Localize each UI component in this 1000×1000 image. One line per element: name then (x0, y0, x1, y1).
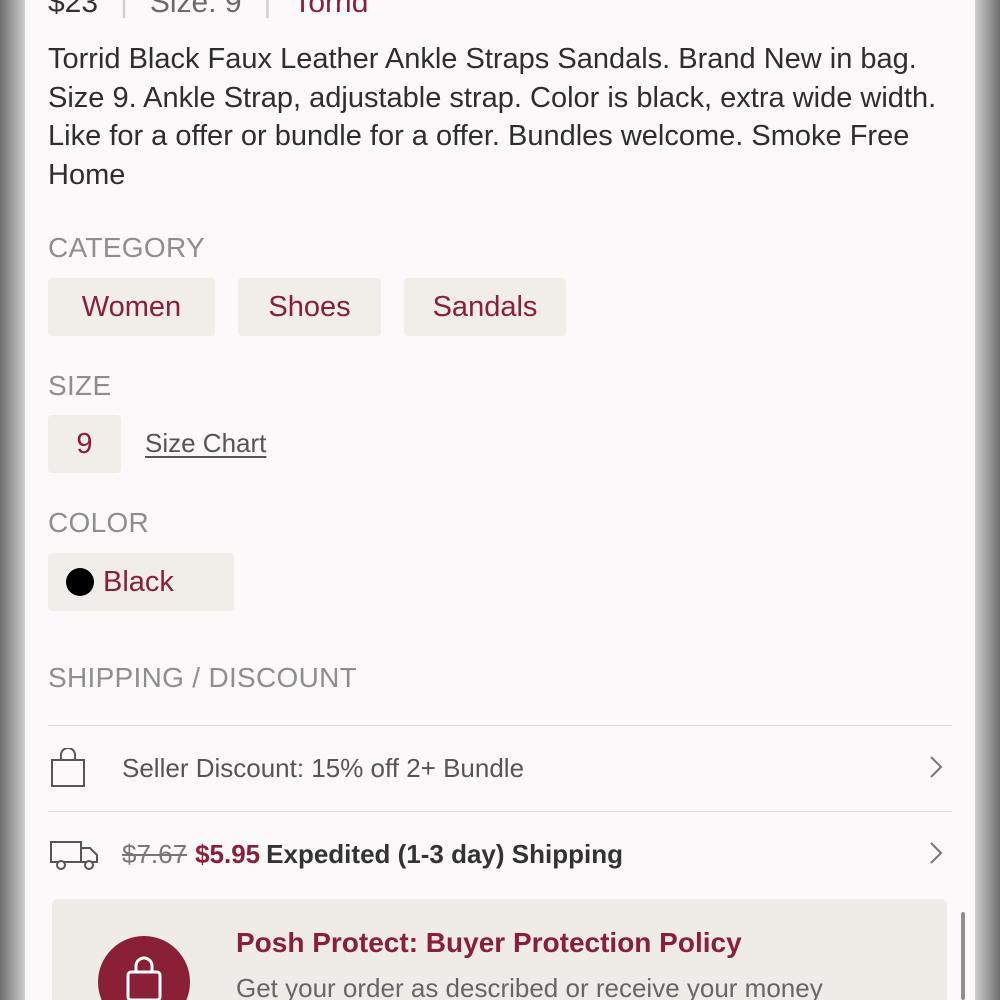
chevron-right-icon (928, 754, 944, 785)
listing-details-screen: $23 | Size: 9 | Torrid Torrid Black Faux Lea… (25, 0, 975, 1000)
listing-price: $23 (48, 0, 99, 19)
listing-description: Torrid Black Faux Leather Ankle Straps S… (48, 43, 937, 191)
posh-protect-title: Posh Protect: Buyer Protection Policy (236, 927, 742, 958)
original-shipping-price: $7.67 (122, 838, 188, 869)
scrollbar[interactable] (961, 912, 965, 1000)
background-edge-right (975, 0, 1000, 1000)
listing-size: Size: 9 (149, 0, 242, 19)
shopping-bag-icon (48, 746, 100, 790)
summary-separator: | (263, 0, 272, 19)
chevron-right-icon (928, 840, 944, 871)
color-heading: COLOR (48, 507, 150, 538)
color-chip-black[interactable]: Black (48, 553, 234, 611)
category-heading: CATEGORY (48, 232, 205, 263)
category-chip-women[interactable]: Women (48, 278, 215, 336)
listing-brand-link[interactable]: Torrid (293, 0, 368, 19)
color-swatch (66, 568, 94, 596)
shipping-method: Expedited (1-3 day) Shipping (266, 838, 623, 869)
shipping-text: $7.67 $5.95 Expedited (1-3 day) Shipping (122, 839, 623, 870)
listing-summary-line: $23 | Size: 9 | Torrid (48, 0, 368, 20)
background-edge-left (0, 0, 25, 1000)
summary-separator: | (120, 0, 128, 19)
color-label: Black (103, 565, 174, 598)
posh-protect-subtitle: Get your order as described or receive y… (236, 973, 823, 1000)
shipping-discount-heading: SHIPPING / DISCOUNT (48, 662, 358, 693)
size-heading: SIZE (48, 370, 112, 401)
seller-discount-text: Seller Discount: 15% off 2+ Bundle (122, 752, 525, 783)
truck-icon (48, 832, 100, 876)
seller-discount-row[interactable]: Seller Discount: 15% off 2+ Bundle (48, 725, 952, 811)
category-chip-sandals[interactable]: Sandals (404, 278, 566, 336)
shipping-row[interactable]: $7.67 $5.95 Expedited (1-3 day) Shipping (48, 811, 952, 897)
size-chip[interactable]: 9 (48, 415, 121, 473)
category-chip-shoes[interactable]: Shoes (238, 278, 381, 336)
discounted-shipping-price: $5.95 (195, 838, 261, 869)
size-chart-link[interactable]: Size Chart (145, 428, 266, 459)
posh-protect-card[interactable]: Posh Protect: Buyer Protection Policy Ge… (52, 899, 947, 1000)
shield-bag-icon (98, 936, 190, 1000)
